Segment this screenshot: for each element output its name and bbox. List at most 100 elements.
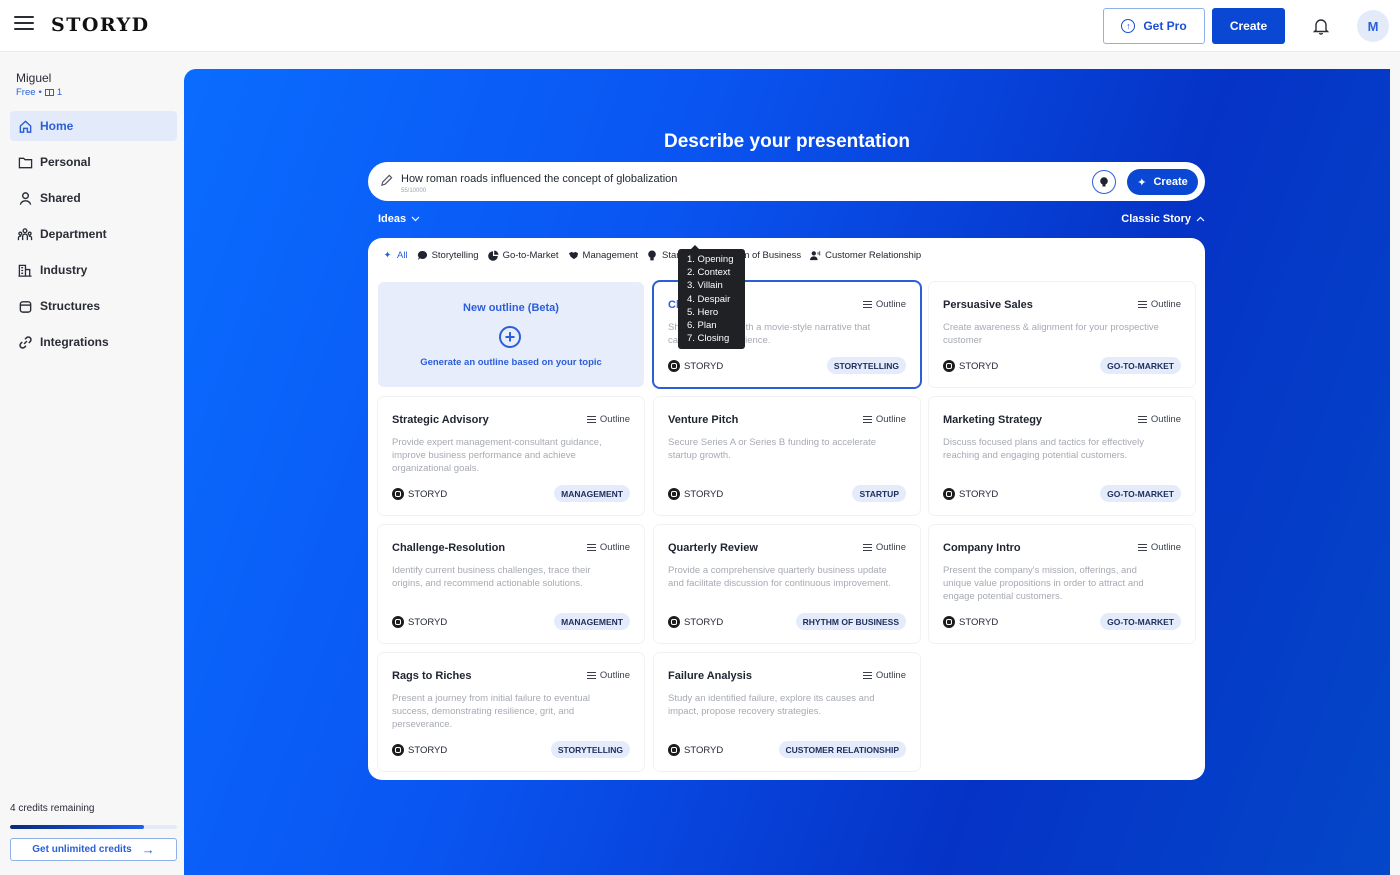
outline-button[interactable]: Outline <box>862 542 906 553</box>
template-card-failure-analysis[interactable]: Failure Analysis Outline Study an identifi… <box>654 653 920 771</box>
ideas-dropdown[interactable]: Ideas <box>378 213 420 225</box>
category-tag: GO-TO-MARKET <box>1100 613 1181 630</box>
storyd-logo-icon <box>943 616 955 628</box>
outline-button[interactable]: Outline <box>1137 414 1181 425</box>
bell-icon[interactable] <box>1311 16 1331 36</box>
tooltip-step: 6. Plan <box>687 320 717 332</box>
new-outline-card[interactable]: New outline (Beta) + Generate an outline… <box>378 282 644 387</box>
get-pro-button[interactable]: ↑ Get Pro <box>1103 8 1205 44</box>
hamburger-menu-icon[interactable] <box>14 16 34 34</box>
outline-label: Outline <box>1150 414 1181 425</box>
get-unlimited-credits-button[interactable]: Get unlimited credits → <box>10 838 177 861</box>
category-tag: GO-TO-MARKET <box>1100 485 1181 502</box>
sidebar-item-label: Shared <box>40 191 81 205</box>
filter-storytelling[interactable]: Storytelling <box>417 250 479 261</box>
app-logo[interactable]: STORYD <box>51 14 150 36</box>
template-card-marketing-strategy[interactable]: Marketing Strategy Outline Discuss focused… <box>929 397 1195 515</box>
author-label: STORYD <box>408 744 448 756</box>
filter-label: Storytelling <box>431 249 479 261</box>
card-title: Challenge-Resolution <box>392 542 506 554</box>
outline-button[interactable]: Outline <box>586 414 630 425</box>
sparkle-icon: ✦ <box>383 249 392 261</box>
filter-management[interactable]: Management <box>568 250 638 261</box>
filter-label: Customer Relationship <box>825 249 922 261</box>
create-button[interactable]: Create <box>1212 8 1285 44</box>
handshake-icon <box>568 250 579 261</box>
outline-button[interactable]: Outline <box>862 414 906 425</box>
card-author: STORYD <box>392 616 447 628</box>
card-description: Create awareness & alignment for your pr… <box>943 322 1159 346</box>
prompt-input[interactable]: How roman roads influenced the concept o… <box>368 162 1205 201</box>
sidebar-item-label: Department <box>40 227 107 241</box>
lightbulb-icon <box>1100 177 1108 187</box>
filter-customer-relationship[interactable]: Customer Relationship <box>810 250 921 261</box>
arrow-right-icon: → <box>141 842 155 857</box>
template-card-quarterly-review[interactable]: Quarterly Review Outline Provide a compreh… <box>654 525 920 643</box>
list-icon <box>1137 544 1147 551</box>
sidebar-item-shared[interactable]: Shared <box>10 183 177 213</box>
list-icon <box>586 544 596 551</box>
list-icon <box>1137 416 1147 423</box>
outline-label: Outline <box>875 670 906 681</box>
sidebar-item-department[interactable]: Department <box>10 219 177 249</box>
outline-button[interactable]: Outline <box>1137 299 1181 310</box>
author-label: STORYD <box>684 616 724 628</box>
outline-button[interactable]: Outline <box>862 670 906 681</box>
card-description: Present the company's mission, offerings… <box>943 565 1144 602</box>
hero-panel: Describe your presentation How roman roa… <box>184 69 1390 875</box>
template-card-strategic-advisory[interactable]: Strategic Advisory Outline Provide expert … <box>378 397 644 515</box>
sidebar-nav: Home Personal Shared Department Industry… <box>10 111 177 363</box>
sidebar-item-structures[interactable]: Structures <box>10 291 177 321</box>
sidebar-item-personal[interactable]: Personal <box>10 147 177 177</box>
card-title: Company Intro <box>943 542 1021 554</box>
lightbulb-icon <box>647 250 658 261</box>
card-author: STORYD <box>943 360 998 372</box>
top-bar: STORYD ↑ Get Pro Create M <box>0 0 1400 52</box>
avatar[interactable]: M <box>1357 10 1389 42</box>
template-card-challenge-resolution[interactable]: Challenge-Resolution Outline Identify curr… <box>378 525 644 643</box>
template-card-persuasive-sales[interactable]: Persuasive Sales Outline Create awareness … <box>929 282 1195 387</box>
template-card-rags-to-riches[interactable]: Rags to Riches Outline Present a journey f… <box>378 653 644 771</box>
sidebar-item-home[interactable]: Home <box>10 111 177 141</box>
building-icon <box>17 262 33 278</box>
structure-dropdown[interactable]: Classic Story <box>1121 213 1205 225</box>
outline-label: Outline <box>875 414 906 425</box>
filter-label: Go-to-Market <box>502 249 559 261</box>
outline-label: Outline <box>599 670 630 681</box>
template-card-venture-pitch[interactable]: Venture Pitch Outline Secure Series A or S… <box>654 397 920 515</box>
card-title: Quarterly Review <box>668 542 758 554</box>
sidebar-item-label: Integrations <box>40 335 109 349</box>
plus-circle-icon: + <box>499 326 521 348</box>
filter-go-to-market[interactable]: Go-to-Market <box>487 249 559 261</box>
sidebar-item-label: Industry <box>40 263 88 277</box>
card-title: Venture Pitch <box>668 414 739 426</box>
templates-panel: ✦ All Storytelling Go-to-Market Manageme… <box>368 238 1205 780</box>
speaker-person-icon <box>810 250 821 261</box>
outline-button[interactable]: Outline <box>1137 542 1181 553</box>
idea-bulb-button[interactable] <box>1092 170 1116 194</box>
tooltip-step: 1. Opening <box>687 254 734 265</box>
book-icon <box>44 89 54 96</box>
list-icon <box>1137 301 1147 308</box>
filter-label: All <box>397 249 408 261</box>
card-title: Failure Analysis <box>668 670 752 682</box>
sidebar-item-integrations[interactable]: Integrations <box>10 327 177 357</box>
list-icon <box>862 672 872 679</box>
prompt-text[interactable]: How roman roads influenced the concept o… <box>401 173 677 185</box>
outline-button[interactable]: Outline <box>586 670 630 681</box>
group-icon <box>17 226 33 242</box>
storyd-logo-icon <box>392 744 404 756</box>
card-description: Study an identified failure, explore its… <box>668 693 875 717</box>
new-outline-subtitle: Generate an outline based on your topic <box>420 357 602 368</box>
tooltip-step: 3. Villain <box>687 280 723 292</box>
list-icon <box>862 416 872 423</box>
prompt-create-button[interactable]: ✦ Create <box>1127 169 1198 195</box>
template-card-company-intro[interactable]: Company Intro Outline Present the company'… <box>929 525 1195 643</box>
sidebar-item-industry[interactable]: Industry <box>10 255 177 285</box>
get-unlimited-label: Get unlimited credits <box>32 844 132 855</box>
filter-all[interactable]: ✦ All <box>382 250 408 261</box>
card-description: Discuss focused plans and tactics for ef… <box>943 437 1145 461</box>
outline-button[interactable]: Outline <box>862 299 906 310</box>
outline-button[interactable]: Outline <box>586 542 630 553</box>
storyd-logo-icon <box>392 616 404 628</box>
